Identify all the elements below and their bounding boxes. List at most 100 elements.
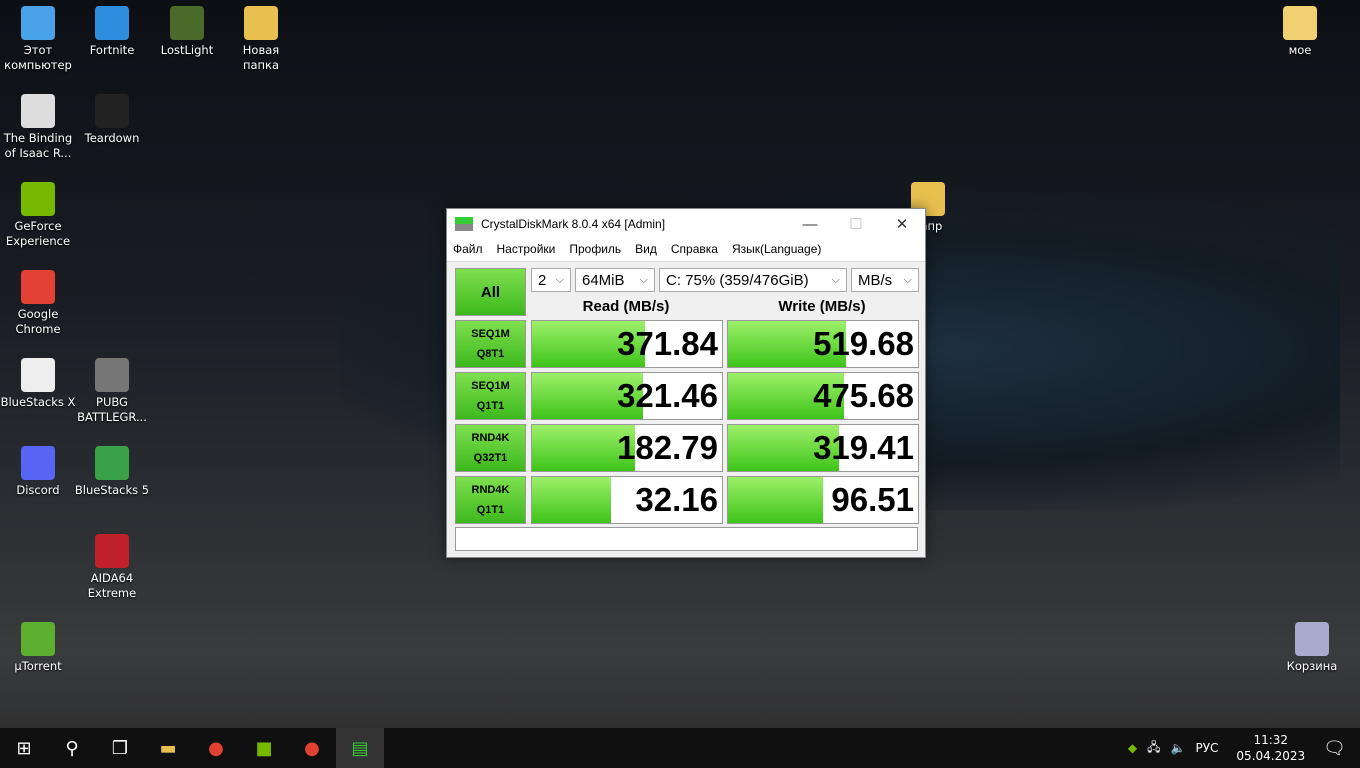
desktop-icon[interactable]: The Binding of Isaac R...: [0, 94, 76, 161]
desktop-icon[interactable]: AIDA64 Extreme: [74, 534, 150, 601]
desktop-icon[interactable]: Fortnite: [74, 6, 150, 58]
clock[interactable]: 11:32 05.04.2023: [1236, 732, 1305, 764]
desktop-icon[interactable]: LostLight: [149, 6, 225, 58]
count-value: 2: [538, 271, 547, 289]
desktop-icon-label: Корзина: [1286, 659, 1338, 673]
test-name: SEQ1M: [471, 380, 510, 392]
read-bar: [532, 477, 612, 523]
language-indicator[interactable]: РУС: [1195, 741, 1218, 755]
read-result: 32.16: [531, 476, 723, 524]
crystaldiskmark-taskbar-icon[interactable]: ▤: [336, 728, 384, 768]
desktop-icon[interactable]: Корзина: [1274, 622, 1350, 674]
minimize-button[interactable]: —: [787, 216, 833, 233]
menu-item[interactable]: Справка: [671, 242, 718, 256]
chrome-icon[interactable]: ●: [192, 728, 240, 768]
desktop-icon[interactable]: GeForce Experience: [0, 182, 76, 249]
chrome-profile-icon[interactable]: ●: [288, 728, 336, 768]
test-button[interactable]: RND4K Q32T1: [455, 424, 526, 472]
size-value: 64MiB: [582, 271, 625, 289]
file-explorer-icon[interactable]: ▬: [144, 728, 192, 768]
count-select[interactable]: 2 ⌵: [531, 268, 571, 292]
app-icon: [95, 446, 129, 480]
nvidia-tray-icon[interactable]: ◆: [1128, 741, 1137, 755]
nvidia-icon[interactable]: ■: [240, 728, 288, 768]
desktop-icon-label: Discord: [16, 483, 60, 497]
test-name: RND4K: [471, 432, 510, 444]
app-logo-icon: [455, 217, 473, 231]
write-value: 319.41: [813, 429, 914, 466]
test-params: Q8T1: [476, 348, 505, 360]
desktop-icon[interactable]: PUBG BATTLEGR...: [74, 358, 150, 425]
close-button[interactable]: ✕: [879, 215, 925, 233]
menu-item[interactable]: Вид: [635, 242, 657, 256]
desktop-icon-label: Google Chrome: [15, 307, 61, 336]
drive-value: C: 75% (359/476GiB): [666, 271, 809, 289]
write-value: 96.51: [831, 481, 914, 518]
chevron-down-icon: ⌵: [639, 273, 648, 286]
menu-item[interactable]: Язык(Language): [732, 242, 821, 256]
test-button[interactable]: SEQ1M Q1T1: [455, 372, 526, 420]
unit-select[interactable]: MB/s ⌵: [851, 268, 919, 292]
size-select[interactable]: 64MiB ⌵: [575, 268, 655, 292]
app-icon: [95, 6, 129, 40]
app-icon: [21, 94, 55, 128]
test-name: RND4K: [471, 484, 510, 496]
read-header: Read (MB/s): [582, 298, 670, 315]
test-params: Q1T1: [476, 504, 505, 516]
app-icon: [21, 446, 55, 480]
test-name: SEQ1M: [471, 328, 510, 340]
app-icon: [21, 270, 55, 304]
run-all-button[interactable]: All: [455, 268, 526, 316]
network-icon[interactable]: 🖧: [1147, 738, 1160, 759]
test-button[interactable]: RND4K Q1T1: [455, 476, 526, 524]
write-result: 319.41: [727, 424, 919, 472]
desktop-icon-label: PUBG BATTLEGR...: [77, 395, 147, 424]
desktop-icon[interactable]: мое: [1262, 6, 1338, 58]
read-result: 371.84: [531, 320, 723, 368]
read-result: 182.79: [531, 424, 723, 472]
desktop-icon-label: мое: [1288, 43, 1312, 57]
start-button[interactable]: ⊞: [0, 728, 48, 768]
desktop-icon[interactable]: Discord: [0, 446, 76, 498]
notifications-icon[interactable]: 🗨: [1323, 738, 1346, 759]
write-result: 96.51: [727, 476, 919, 524]
menu-item[interactable]: Настройки: [497, 242, 556, 256]
desktop-icon-label: The Binding of Isaac R...: [3, 131, 73, 160]
search-icon[interactable]: ⚲: [48, 728, 96, 768]
maximize-button[interactable]: ☐: [833, 215, 879, 233]
app-icon: [21, 182, 55, 216]
desktop-icon[interactable]: BlueStacks 5: [74, 446, 150, 498]
app-icon: [21, 358, 55, 392]
app-icon: [95, 94, 129, 128]
drive-select[interactable]: C: 75% (359/476GiB) ⌵: [659, 268, 847, 292]
desktop-icon[interactable]: BlueStacks X: [0, 358, 76, 410]
desktop-icon-label: µTorrent: [14, 659, 62, 673]
app-icon: [1283, 6, 1317, 40]
desktop-icon[interactable]: µTorrent: [0, 622, 76, 674]
chevron-down-icon: ⌵: [555, 273, 564, 286]
desktop-icon[interactable]: Этот компьютер: [0, 6, 76, 73]
menu-item[interactable]: Файл: [453, 242, 483, 256]
read-value: 321.46: [617, 377, 718, 414]
volume-icon[interactable]: 🔈: [1171, 741, 1186, 755]
read-value: 32.16: [635, 481, 718, 518]
app-icon: [95, 358, 129, 392]
app-icon: [1295, 622, 1329, 656]
desktop-icon[interactable]: Teardown: [74, 94, 150, 146]
test-button[interactable]: SEQ1M Q8T1: [455, 320, 526, 368]
task-view-icon[interactable]: ❐: [96, 728, 144, 768]
write-header: Write (MB/s): [778, 298, 866, 315]
desktop-icon-label: LostLight: [160, 43, 214, 57]
menu-bar: Файл Настройки Профиль Вид Справка Язык(Langu…: [447, 239, 925, 259]
desktop-icon-label: BlueStacks 5: [74, 483, 150, 497]
write-result: 519.68: [727, 320, 919, 368]
menu-item[interactable]: Профиль: [569, 242, 621, 256]
app-icon: [244, 6, 278, 40]
desktop-icon[interactable]: Google Chrome: [0, 270, 76, 337]
app-icon: [21, 6, 55, 40]
read-value: 371.84: [617, 325, 718, 362]
title-bar[interactable]: CrystalDiskMark 8.0.4 x64 [Admin] — ☐ ✕: [447, 209, 925, 239]
desktop-icon[interactable]: Новая папка: [223, 6, 299, 73]
unit-value: MB/s: [858, 271, 893, 289]
app-icon: [95, 534, 129, 568]
